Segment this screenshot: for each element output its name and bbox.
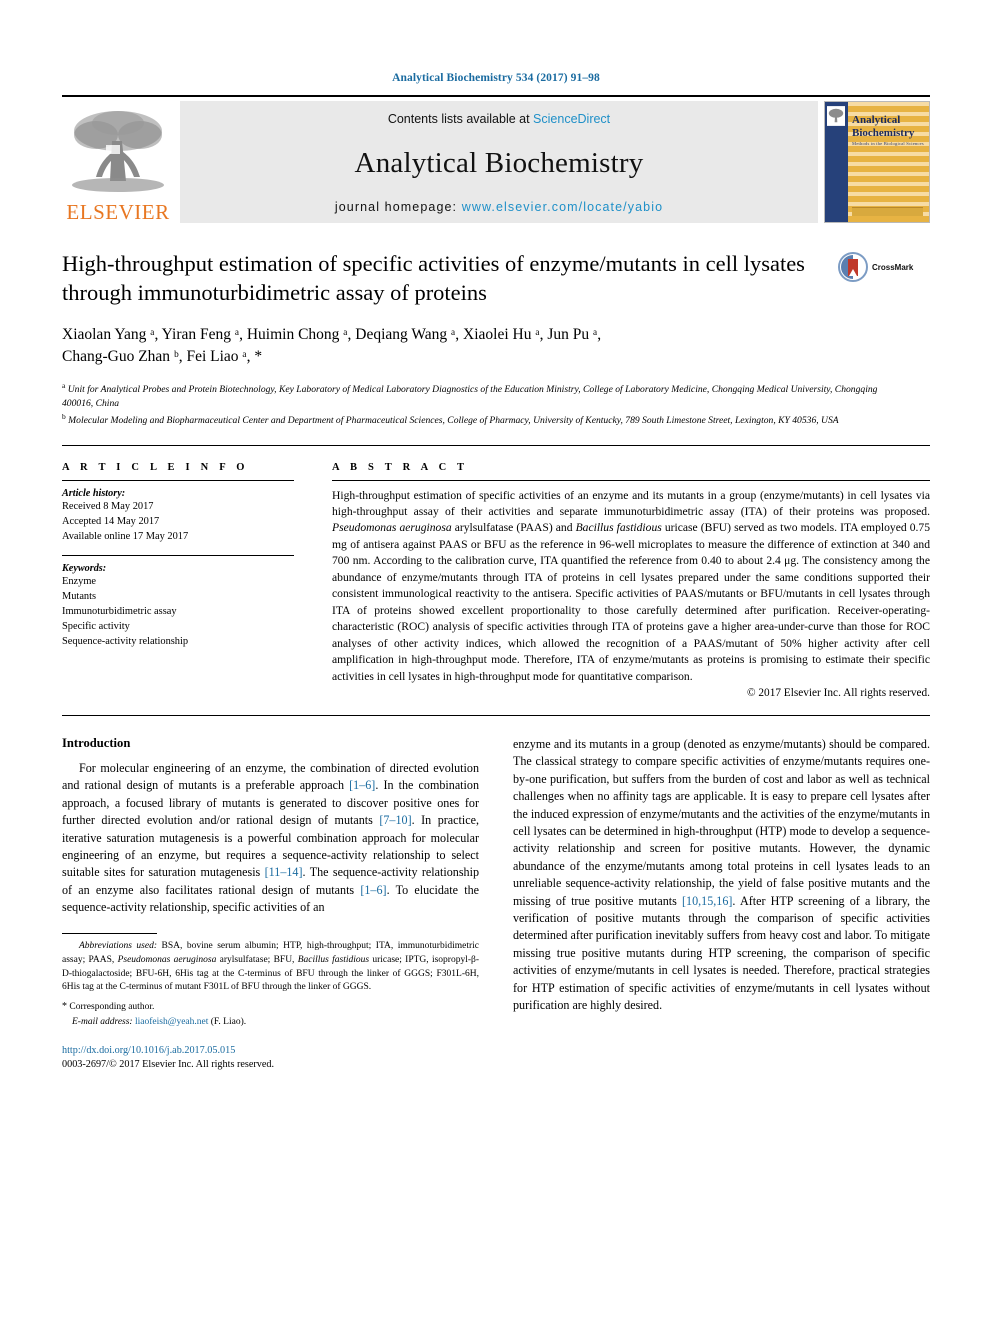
- section-heading-introduction: Introduction: [62, 735, 131, 750]
- journal-banner: ELSEVIER Contents lists available at Sci…: [62, 95, 930, 225]
- footnote-area: Abbreviations used: BSA, bovine serum al…: [62, 932, 479, 1073]
- affiliation-a-text: Unit for Analytical Probes and Protein B…: [62, 383, 878, 409]
- authors-line-1: Xiaolan Yang ᵃ, Yiran Feng ᵃ, Huimin Cho…: [62, 325, 602, 343]
- reference-link[interactable]: [1–6]: [360, 883, 386, 897]
- affiliation-b-marker: b: [62, 412, 66, 422]
- journal-title: Analytical Biochemistry: [354, 146, 644, 179]
- affiliation-b: b Molecular Modeling and Biopharmaceutic…: [62, 411, 882, 428]
- affiliation-list: a Unit for Analytical Probes and Protein…: [62, 380, 882, 429]
- article-history-received: Received 8 May 2017: [62, 500, 154, 512]
- journal-cover-thumbnail: Analytical Biochemistry Methods in the B…: [824, 101, 930, 223]
- reference-link[interactable]: [10,15,16]: [682, 894, 732, 908]
- body-column-left: Introduction For molecular engineering o…: [62, 736, 479, 1073]
- cover-elsevier-icon: [827, 106, 845, 126]
- abstract-column: A B S T R A C T High-throughput estimati…: [332, 462, 930, 699]
- doi-link[interactable]: http://dx.doi.org/10.1016/j.ab.2017.05.0…: [62, 1044, 479, 1058]
- article-info-column: A R T I C L E I N F O Article history: R…: [62, 462, 294, 699]
- abstract-copyright: © 2017 Elsevier Inc. All rights reserved…: [746, 686, 930, 699]
- contents-prefix: Contents lists available at: [387, 112, 534, 126]
- author-list: Xiaolan Yang ᵃ, Yiran Feng ᵃ, Huimin Cho…: [62, 324, 862, 368]
- email-link[interactable]: liaofeish@yeah.net: [135, 1017, 208, 1027]
- keyword-item: Specific activity: [62, 621, 130, 632]
- affiliation-b-text: Molecular Modeling and Biopharmaceutical…: [68, 415, 839, 427]
- homepage-prefix: journal homepage:: [334, 200, 462, 214]
- abbreviations-footnote: Abbreviations used: BSA, bovine serum al…: [62, 940, 479, 996]
- article-info-heading: A R T I C L E I N F O: [62, 461, 249, 473]
- paper-page: Analytical Biochemistry 534 (2017) 91–98: [0, 0, 992, 1323]
- body-columns: Introduction For molecular engineering o…: [62, 736, 930, 1073]
- email-label: E-mail address:: [72, 1016, 133, 1027]
- body-column-right: enzyme and its mutants in a group (denot…: [513, 736, 930, 1073]
- journal-homepage-line: journal homepage: www.elsevier.com/locat…: [335, 200, 663, 214]
- body-separator-rule: [62, 714, 930, 716]
- keyword-item: Sequence-activity relationship: [62, 636, 189, 648]
- keyword-item: Immunoturbidimetric assay: [62, 605, 177, 617]
- journal-homepage-link[interactable]: www.elsevier.com/locate/yabio: [462, 200, 663, 214]
- crossmark-badge[interactable]: CrossMark: [838, 252, 930, 282]
- abstract-text: High-throughput estimation of specific a…: [332, 488, 930, 683]
- page-title: High-throughput estimation of specific a…: [62, 251, 805, 305]
- article-history-available: Available online 17 May 2017: [62, 530, 189, 542]
- asterisk-icon: *: [62, 1001, 67, 1013]
- reference-link[interactable]: [7–10]: [379, 813, 411, 827]
- affiliation-a-marker: a: [62, 380, 66, 390]
- cover-subtitle: Methods in the Biological Sciences: [852, 141, 924, 147]
- abstract-heading: A B S T R A C T: [332, 461, 469, 473]
- elsevier-tree-icon: [72, 111, 164, 192]
- title-block: High-throughput estimation of specific a…: [62, 250, 930, 429]
- info-abstract-section: A R T I C L E I N F O Article history: R…: [62, 444, 930, 699]
- corresponding-author-text: Corresponding author.: [69, 1002, 155, 1013]
- banner-center: Contents lists available at ScienceDirec…: [180, 101, 818, 223]
- elsevier-logo: ELSEVIER: [62, 101, 174, 223]
- sciencedirect-link[interactable]: ScienceDirect: [533, 112, 610, 126]
- cover-title-line2: Biochemistry: [852, 126, 915, 139]
- corresponding-author-note: * Corresponding author. E-mail address: …: [62, 999, 479, 1029]
- affiliation-a: a Unit for Analytical Probes and Protein…: [62, 380, 882, 412]
- footnote-rule: [62, 932, 157, 934]
- reference-link[interactable]: [1–6]: [349, 778, 375, 792]
- cover-title-line1: Analytical: [852, 114, 901, 126]
- footer-doi-block: http://dx.doi.org/10.1016/j.ab.2017.05.0…: [62, 1044, 479, 1073]
- keyword-item: Mutants: [62, 590, 97, 602]
- article-history-accepted: Accepted 14 May 2017: [62, 515, 160, 527]
- authors-line-2: Chang-Guo Zhan ᵇ, Fei Liao ᵃ, *: [62, 347, 263, 365]
- abstract-rule: [332, 479, 930, 481]
- running-head: Analytical Biochemistry 534 (2017) 91–98: [392, 72, 600, 84]
- crossmark-icon: [838, 252, 868, 282]
- keywords-label: Keywords:: [62, 562, 107, 574]
- keyword-item: Enzyme: [62, 575, 97, 587]
- cover-title: Analytical Biochemistry Methods in the B…: [852, 114, 925, 147]
- article-history-label: Article history:: [62, 487, 126, 499]
- email-owner: (F. Liao).: [210, 1016, 247, 1027]
- elsevier-wordmark: ELSEVIER: [66, 200, 170, 224]
- keywords-rule: [62, 554, 294, 556]
- introduction-paragraph-left: For molecular engineering of an enzyme, …: [62, 760, 480, 915]
- issn-copyright: 0003-2697/© 2017 Elsevier Inc. All right…: [62, 1059, 275, 1071]
- abbreviations-label: Abbreviations used:: [79, 940, 158, 951]
- crossmark-label: CrossMark: [872, 262, 914, 272]
- article-info-rule: [62, 479, 294, 481]
- reference-link[interactable]: [11–14]: [265, 865, 303, 879]
- cover-bottom-bar: [852, 207, 923, 216]
- contents-available-line: Contents lists available at ScienceDirec…: [388, 112, 610, 126]
- introduction-paragraph-right: enzyme and its mutants in a group (denot…: [513, 736, 931, 1013]
